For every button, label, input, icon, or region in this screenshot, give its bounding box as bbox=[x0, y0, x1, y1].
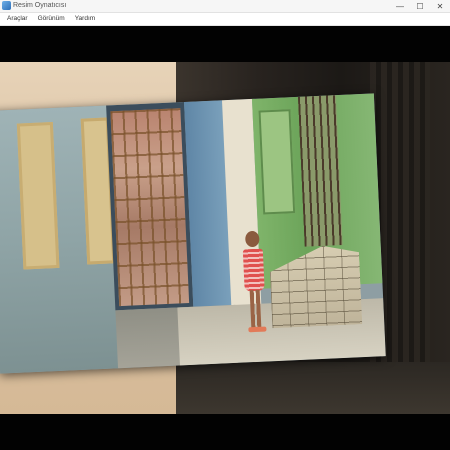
window-title: Resim Oynatıcısı bbox=[13, 2, 67, 9]
minimize-button[interactable]: — bbox=[390, 0, 410, 12]
maximize-button[interactable]: ☐ bbox=[410, 0, 430, 12]
slideshow-stage bbox=[0, 62, 450, 414]
image-viewport[interactable] bbox=[0, 26, 450, 450]
photo-girl-shoes bbox=[248, 326, 267, 333]
photo-viewer-app: Resim Oynatıcısı — ☐ ✕ Araçlar Görünüm Y… bbox=[0, 0, 450, 450]
title-bar[interactable]: Resim Oynatıcısı — ☐ ✕ bbox=[0, 0, 450, 13]
menu-bar: Araçlar Görünüm Yardım bbox=[0, 13, 450, 26]
photo-girl-dress bbox=[242, 248, 265, 292]
photo-green-window bbox=[258, 109, 296, 215]
window-controls: — ☐ ✕ bbox=[390, 0, 450, 12]
photo-postcard-rack bbox=[110, 108, 190, 307]
menu-tools[interactable]: Araçlar bbox=[7, 13, 28, 25]
photo-window-left bbox=[16, 121, 60, 270]
menu-view[interactable]: Görünüm bbox=[38, 13, 65, 25]
app-icon bbox=[2, 1, 11, 10]
photo-iron-grate bbox=[297, 95, 343, 247]
close-button[interactable]: ✕ bbox=[430, 0, 450, 12]
menu-help[interactable]: Yardım bbox=[75, 13, 95, 25]
background-photo-floor bbox=[176, 362, 450, 414]
foreground-photo bbox=[0, 93, 386, 374]
photo-girl-legs bbox=[249, 289, 262, 329]
